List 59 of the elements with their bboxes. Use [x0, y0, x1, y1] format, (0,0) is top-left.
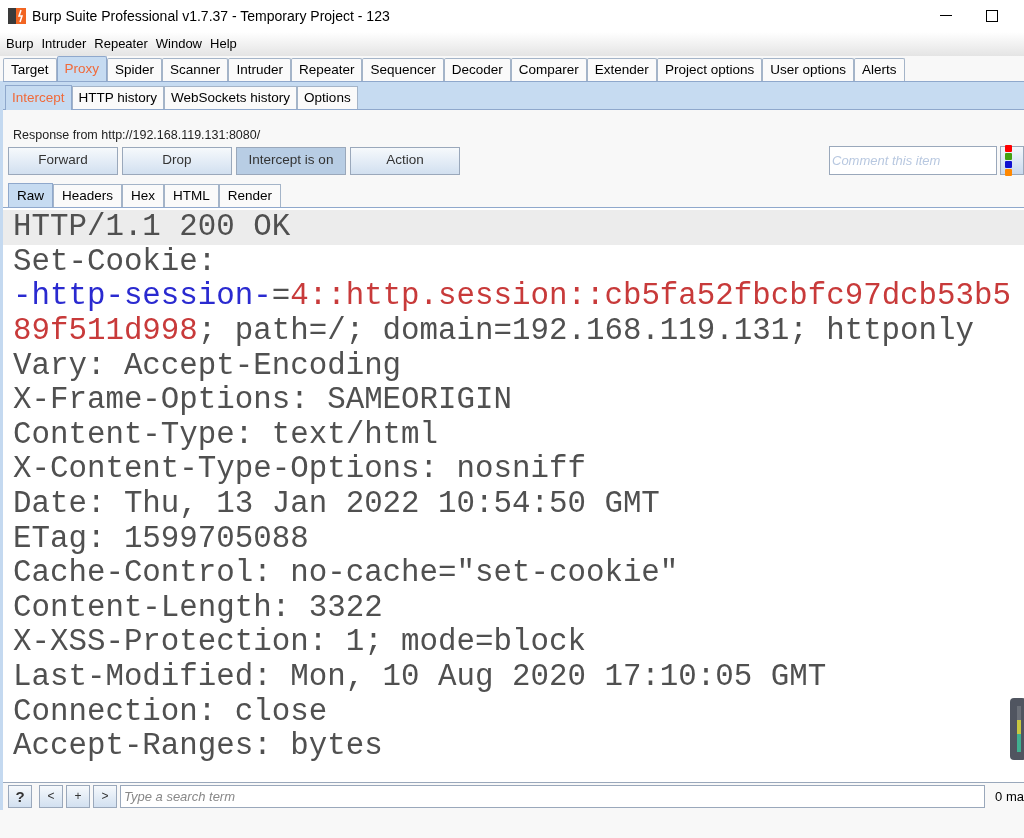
code-line: X-Content-Type-Options: nosniff — [13, 452, 586, 487]
code-line: Connection: close — [13, 694, 328, 730]
main-tab[interactable]: Decoder — [443, 58, 511, 81]
minimize-icon[interactable] — [940, 15, 952, 17]
code-line: Content-Type: text/html — [13, 417, 439, 453]
code-line: X-XSS-Protection: 1; mode=block — [13, 625, 586, 660]
maximize-icon[interactable] — [986, 10, 998, 22]
message-editor[interactable] — [3, 207, 1024, 782]
main-tab[interactable]: Alerts — [854, 58, 905, 81]
code-line: Accept-Ranges: bytes — [13, 729, 383, 764]
code-line: 89f511d998; path=/; domain=192.168.119.131; httponly — [13, 314, 975, 349]
code-line: -http-session-=4::http.session::cb5fa52fbcbfc97dcb53b5 — [13, 279, 1011, 315]
previous-button[interactable]: < — [39, 784, 63, 808]
next-button[interactable]: > — [93, 784, 117, 808]
code-line: ETag: 1599705088 — [13, 521, 309, 557]
code-line: Vary: Accept-Encoding — [13, 348, 402, 384]
window-title: Burp Suite Professional v1.7.37 - Temporary Project - 123 — [32, 6, 390, 26]
action-button[interactable]: Intercept is on — [236, 146, 346, 175]
main-tab[interactable]: Extender — [586, 58, 657, 81]
app-logo-icon — [8, 7, 26, 25]
main-tab[interactable]: Target — [3, 58, 57, 81]
view-tab[interactable]: Raw — [8, 183, 53, 208]
menu-item[interactable]: Burp — [2, 34, 38, 54]
menu-item[interactable]: Window — [151, 34, 206, 54]
code-line: Set-Cookie: — [13, 244, 217, 280]
menu-item[interactable]: Repeater — [90, 34, 152, 54]
action-button[interactable]: Action — [350, 146, 460, 175]
code-line: Content-Length: 3322 — [13, 590, 383, 626]
code-line: Cache-Control: no-cache="set-cookie" — [13, 556, 679, 591]
view-tab[interactable]: HTML — [164, 184, 219, 208]
sub-tab[interactable]: WebSockets history — [164, 86, 298, 109]
menu-item[interactable]: Intruder — [37, 34, 91, 54]
main-tab[interactable]: Sequencer — [362, 58, 444, 81]
main-tab[interactable]: Repeater — [290, 58, 363, 81]
main-tab[interactable]: Project options — [656, 58, 763, 81]
main-tab[interactable]: User options — [762, 58, 854, 81]
help-button[interactable]: ? — [8, 784, 32, 808]
add-button[interactable]: + — [66, 784, 90, 808]
view-tab[interactable]: Render — [218, 184, 282, 208]
code-line: Last-Modified: Mon, 10 Aug 2020 17:10:05 GMT — [13, 659, 827, 695]
response-source-label: Response from http://192.168.119.131:8080/ — [13, 128, 261, 142]
sub-tab[interactable]: Options — [297, 86, 358, 109]
highlight-color-button[interactable] — [1000, 146, 1024, 176]
main-tab[interactable]: Scanner — [162, 58, 229, 81]
sub-tab[interactable]: HTTP history — [71, 86, 165, 109]
match-count: 0 ma — [995, 787, 1024, 806]
main-tab[interactable]: Comparer — [510, 58, 587, 81]
search-field[interactable]: Type a search term — [120, 784, 986, 808]
main-tab[interactable]: Spider — [107, 58, 163, 81]
menu-item[interactable]: Help — [206, 34, 241, 54]
comment-field[interactable]: Comment this item — [829, 146, 997, 176]
level-meter-icon — [1010, 698, 1024, 761]
code-line: Date: Thu, 13 Jan 2022 10:54:50 GMT — [13, 487, 660, 522]
action-button[interactable]: Drop — [122, 146, 232, 175]
view-tab[interactable]: Hex — [122, 184, 165, 208]
action-button[interactable]: Forward — [8, 146, 118, 175]
main-tab[interactable]: Intruder — [228, 58, 291, 81]
view-tab[interactable]: Headers — [53, 184, 123, 208]
code-line: X-Frame-Options: SAMEORIGIN — [13, 383, 512, 418]
